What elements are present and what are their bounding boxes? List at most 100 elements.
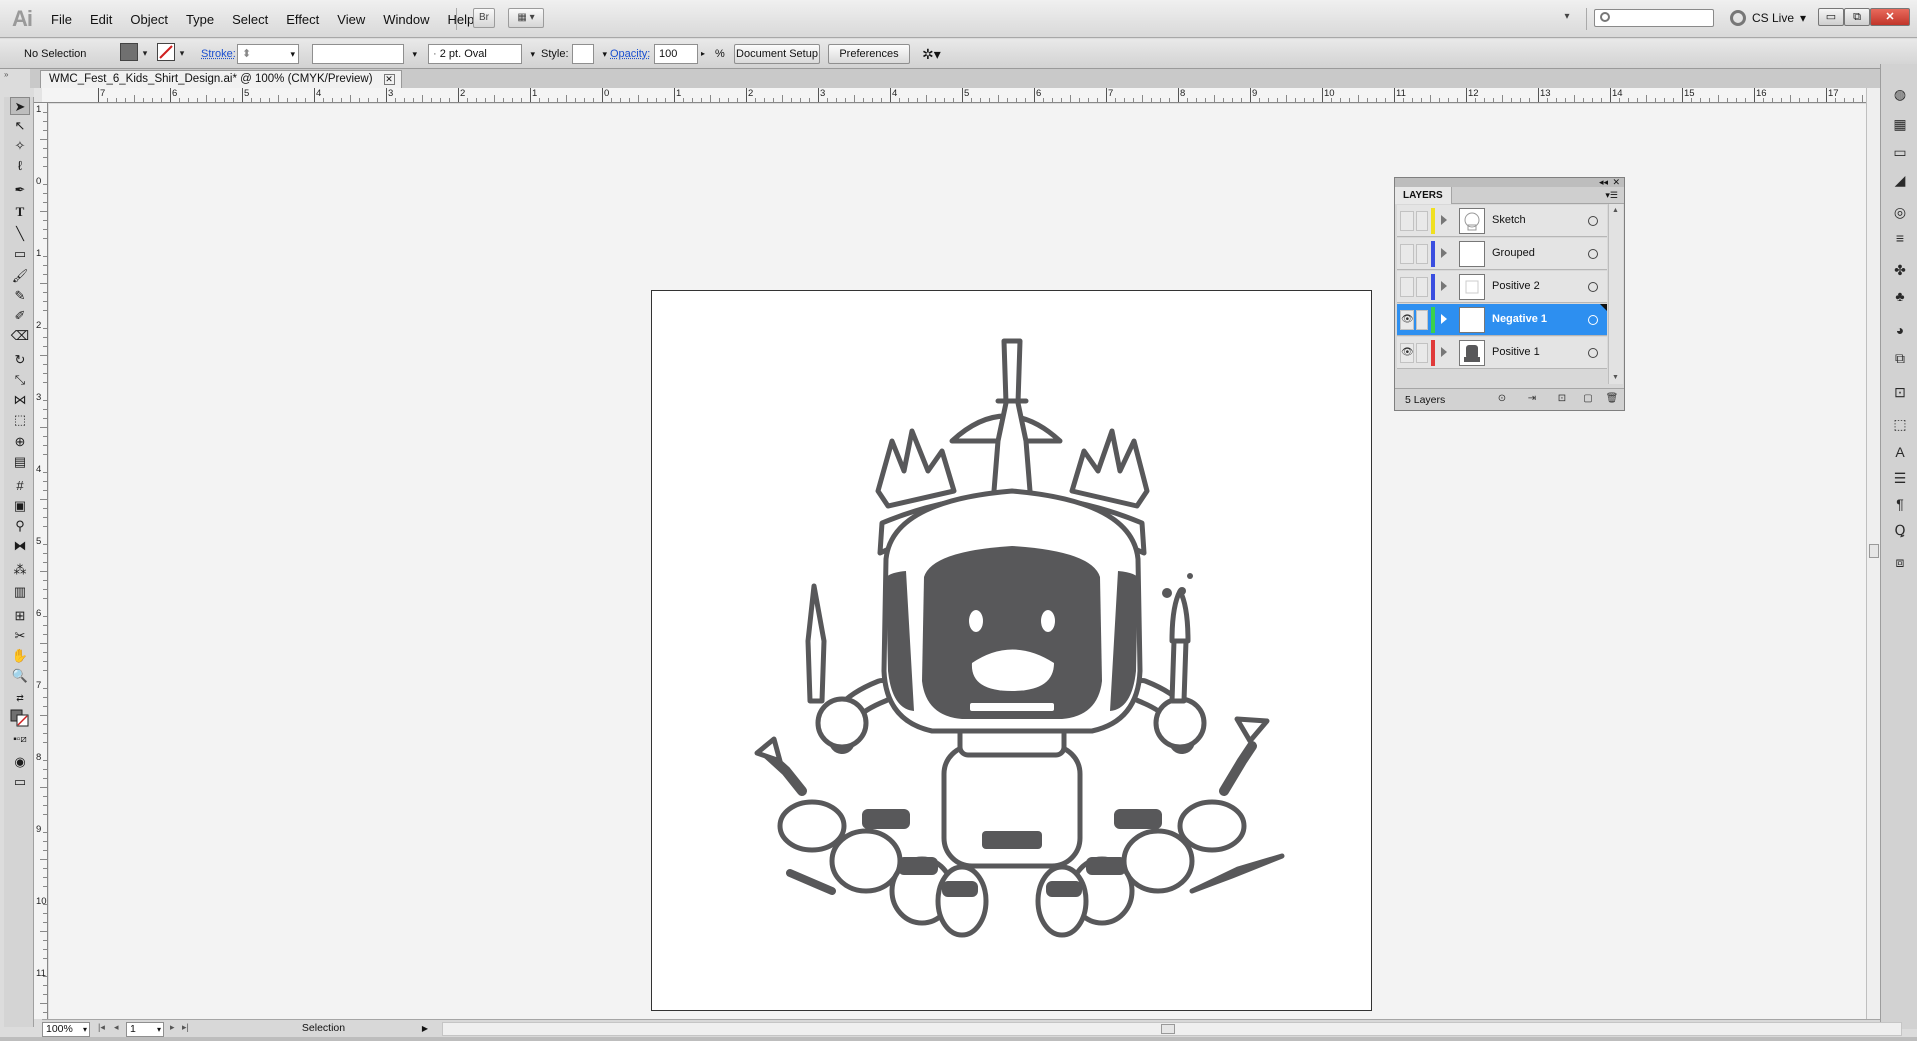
horizontal-ruler[interactable]: 7 6 5 4 3 2 1 0 1 2 3 4 5 6 7 8 9 10 11 12 13 14 15 16 17 xyxy=(42,88,1890,103)
hand-tool-icon[interactable]: ✋ xyxy=(10,647,30,665)
current-tool-status[interactable]: Selection ▶ xyxy=(212,1022,432,1037)
variable-width-profile[interactable]: ▾ xyxy=(312,44,417,64)
mesh-tool-icon[interactable]: # xyxy=(10,477,30,495)
pen-tool-icon[interactable]: ✒ xyxy=(10,181,30,199)
stroke-swatch[interactable] xyxy=(157,43,175,61)
opacity-input[interactable]: 100 xyxy=(654,44,698,64)
direct-selection-tool-icon[interactable]: ↖ xyxy=(10,117,30,135)
visibility-toggle[interactable] xyxy=(1400,244,1414,264)
new-layer-icon[interactable]: ▢ xyxy=(1581,393,1595,406)
opentype-icon[interactable]: Ꝗ xyxy=(1889,520,1911,540)
expand-triangle-icon[interactable] xyxy=(1441,314,1447,324)
scale-tool-icon[interactable]: ⤡ xyxy=(10,371,30,389)
locate-object-icon[interactable]: ⊙ xyxy=(1495,393,1509,406)
stroke-panel-icon[interactable]: ≡ xyxy=(1889,228,1911,248)
layers-scrollbar[interactable]: ▲ ▼ xyxy=(1608,204,1623,384)
scroll-up-icon[interactable]: ▲ xyxy=(1612,207,1619,214)
drawing-mode-icon[interactable]: ◉ xyxy=(10,753,30,771)
transform-icon[interactable]: ⬚ xyxy=(1889,414,1911,434)
canvas-area[interactable]: ◂◂ ✕ LAYERS ▾☰ Sketch Grouped Positive 2… xyxy=(49,104,1869,1019)
brush-definition-field[interactable]: · 2 pt. Oval ▾ xyxy=(428,44,535,64)
target-icon[interactable] xyxy=(1588,315,1598,325)
artboard-number-select[interactable]: 1 ▾ xyxy=(126,1022,164,1037)
transparency-icon[interactable]: ◢ xyxy=(1889,170,1911,190)
symbols-icon[interactable]: ♣ xyxy=(1889,286,1911,306)
paragraph-icon[interactable]: ¶ xyxy=(1889,494,1911,514)
gradient-icon[interactable]: ▭ xyxy=(1889,142,1911,162)
layers-panel-icon[interactable]: ⧉ xyxy=(1889,348,1911,368)
robot-king-artwork[interactable] xyxy=(652,291,1373,1012)
perspective-grid-tool-icon[interactable]: ▤ xyxy=(10,453,30,471)
delete-layer-icon[interactable]: 🗑 xyxy=(1605,393,1619,406)
preferences-button[interactable]: Preferences xyxy=(828,44,910,64)
target-icon[interactable] xyxy=(1588,348,1598,358)
panel-titlebar[interactable]: ◂◂ ✕ xyxy=(1395,177,1624,187)
horizontal-scrollbar[interactable] xyxy=(442,1022,1902,1036)
close-window-button[interactable]: ✕ xyxy=(1870,8,1910,26)
last-artboard-icon[interactable]: ▸| xyxy=(182,1022,189,1033)
menu-file[interactable]: File xyxy=(42,10,81,29)
layer-row-negative-1[interactable]: 👁 Negative 1 xyxy=(1397,304,1607,336)
paintbrush-tool-icon[interactable]: 🖌 xyxy=(10,267,30,285)
slice-tool-icon[interactable]: ✂ xyxy=(10,627,30,645)
artboard[interactable] xyxy=(651,290,1372,1011)
minimize-button[interactable]: ▭ xyxy=(1818,8,1844,26)
control-bar-options-button[interactable]: ✲▾ xyxy=(922,44,941,64)
visibility-toggle[interactable]: 👁 xyxy=(1400,343,1414,363)
opacity-label[interactable]: Opacity: xyxy=(610,44,650,64)
eyedropper-tool-icon[interactable]: ⚲ xyxy=(10,517,30,535)
color-guide-icon[interactable]: ◍ xyxy=(1889,84,1911,104)
eraser-tool-icon[interactable]: ⌫ xyxy=(10,327,30,345)
shape-builder-tool-icon[interactable]: ⊕ xyxy=(10,433,30,451)
opacity-flyout-arrow[interactable]: ▸ xyxy=(701,44,705,64)
layer-row-grouped[interactable]: Grouped xyxy=(1397,238,1607,270)
expand-triangle-icon[interactable] xyxy=(1441,215,1447,225)
symbol-sprayer-tool-icon[interactable]: ⁂ xyxy=(10,561,30,579)
expand-triangle-icon[interactable] xyxy=(1441,281,1447,291)
layer-row-sketch[interactable]: Sketch xyxy=(1397,205,1607,237)
target-icon[interactable] xyxy=(1588,249,1598,259)
menu-edit[interactable]: Edit xyxy=(81,10,121,29)
pencil-tool-icon[interactable]: ✎ xyxy=(10,287,30,305)
target-icon[interactable] xyxy=(1588,216,1598,226)
zoom-select[interactable]: 100% ▾ xyxy=(42,1022,90,1037)
type-tool-icon[interactable]: T xyxy=(10,203,30,221)
magic-wand-tool-icon[interactable]: ✧ xyxy=(10,137,30,155)
expand-triangle-icon[interactable] xyxy=(1441,347,1447,357)
lock-toggle[interactable] xyxy=(1416,277,1428,297)
stroke-dropdown[interactable]: ▾ xyxy=(176,45,188,61)
screen-mode-icon[interactable]: ▭ xyxy=(10,773,30,791)
expand-triangle-icon[interactable] xyxy=(1441,248,1447,258)
vertical-scroll-thumb[interactable] xyxy=(1869,544,1879,558)
color-mode-buttons[interactable]: ▪▫⧄ xyxy=(10,731,30,749)
bridge-button[interactable]: Br xyxy=(473,8,495,28)
visibility-toggle[interactable] xyxy=(1400,277,1414,297)
workspace-dropdown[interactable]: ▾ xyxy=(1558,8,1576,28)
layer-row-positive-1[interactable]: 👁 Positive 1 xyxy=(1397,337,1607,369)
tools-panel-collapse[interactable]: » xyxy=(4,70,34,82)
line-tool-icon[interactable]: ╲ xyxy=(10,225,30,243)
document-setup-button[interactable]: Document Setup xyxy=(734,44,820,64)
swap-fill-stroke-icon[interactable]: ⇄ xyxy=(10,689,30,707)
next-artboard-icon[interactable]: ▸ xyxy=(170,1022,175,1033)
lock-toggle[interactable] xyxy=(1416,310,1428,330)
blend-tool-icon[interactable]: ⧓ xyxy=(10,537,30,555)
zoom-tool-icon[interactable]: 🔍 xyxy=(10,667,30,685)
lasso-tool-icon[interactable]: ℓ xyxy=(10,157,30,175)
graphic-styles-icon[interactable]: ◕ xyxy=(1889,320,1911,340)
previous-artboard-icon[interactable]: ◂ xyxy=(114,1022,119,1033)
gradient-tool-icon[interactable]: ▣ xyxy=(10,497,30,515)
new-sublayer-icon[interactable]: ⊡ xyxy=(1555,393,1569,406)
rectangle-tool-icon[interactable]: ▭ xyxy=(10,245,30,263)
swatches-icon[interactable]: ▦ xyxy=(1889,114,1911,134)
help-search-input[interactable] xyxy=(1594,9,1714,27)
menu-type[interactable]: Type xyxy=(177,10,223,29)
selection-tool-icon[interactable]: ➤ xyxy=(10,97,30,115)
width-tool-icon[interactable]: ⋈ xyxy=(10,391,30,409)
visibility-toggle[interactable] xyxy=(1400,211,1414,231)
restore-button[interactable]: ⧉ xyxy=(1844,8,1870,26)
free-transform-tool-icon[interactable]: ⬚ xyxy=(10,411,30,429)
vertical-ruler[interactable]: 1 0 1 2 3 4 5 6 7 8 9 10 11 xyxy=(34,103,48,1031)
layer-row-positive-2[interactable]: Positive 2 xyxy=(1397,271,1607,303)
lock-toggle[interactable] xyxy=(1416,343,1428,363)
